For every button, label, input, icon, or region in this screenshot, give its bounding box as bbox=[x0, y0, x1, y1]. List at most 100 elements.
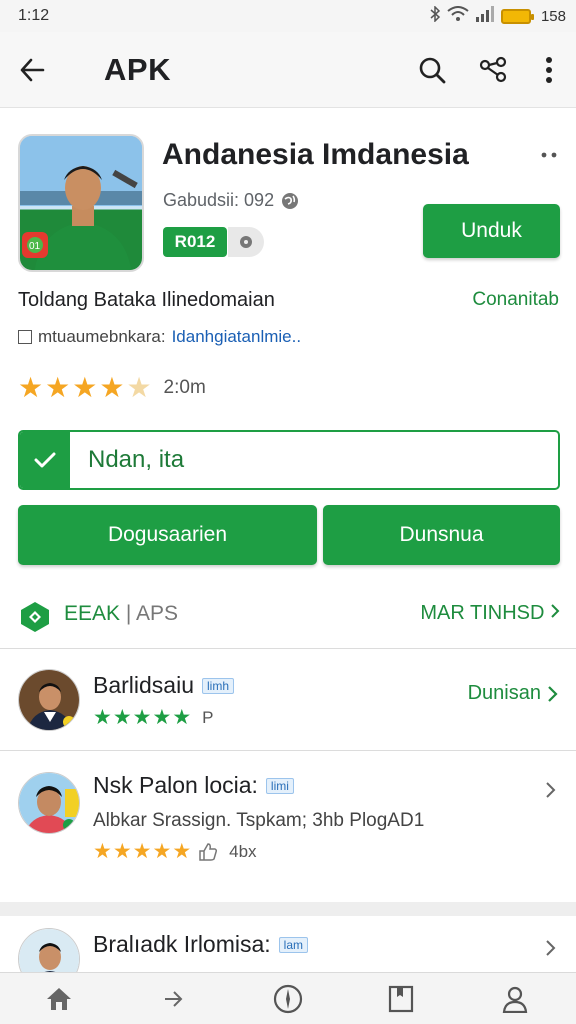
avatar bbox=[18, 669, 80, 731]
status-time: 1:12 bbox=[18, 7, 50, 24]
item-badge: lam bbox=[278, 936, 309, 953]
item-subtitle: Albkar Srassign. Tspkam; 3hb PlogAD1 bbox=[93, 810, 425, 831]
more-vert-icon bbox=[546, 57, 552, 83]
section-header: EEAK | APS MAR TINHSD bbox=[0, 588, 576, 640]
item-title-text: Nsk Palon locia: bbox=[93, 772, 258, 798]
list-item[interactable]: Bralıadk Irlomisa: lam bbox=[0, 916, 576, 972]
battery-icon bbox=[500, 8, 534, 24]
item-action-label: Dunisan bbox=[467, 682, 541, 704]
item-badge: limh bbox=[202, 677, 235, 694]
developer-link[interactable]: Conanitab bbox=[472, 289, 559, 311]
star-icon: ★ bbox=[132, 706, 152, 729]
brand-logo-icon bbox=[21, 602, 49, 632]
install-button[interactable]: Unduk bbox=[423, 204, 560, 258]
bottom-nav bbox=[0, 972, 576, 1024]
nav-home[interactable] bbox=[43, 983, 75, 1015]
check-toggle[interactable] bbox=[20, 432, 70, 488]
section-label: EEAK | APS bbox=[64, 602, 178, 626]
confirm-field-value: Ndan, ita bbox=[88, 446, 185, 473]
divider bbox=[0, 750, 576, 751]
star-icon: ★ bbox=[93, 706, 112, 729]
item-title: Bralıadk Irlomisa: lam bbox=[93, 931, 309, 958]
section-brand: EEAK bbox=[64, 602, 121, 625]
developer-name: Toldang Bataka Ilinedomaian bbox=[18, 289, 275, 311]
more-options-button[interactable] bbox=[531, 52, 567, 88]
section-separator: | bbox=[125, 602, 132, 625]
search-button[interactable] bbox=[414, 52, 450, 88]
star-icon: ★ bbox=[112, 840, 132, 863]
card-more-button[interactable] bbox=[538, 144, 560, 166]
battery-level: 158 bbox=[540, 7, 566, 25]
item-rating-suffix: P bbox=[202, 708, 214, 727]
tag-text: mtuaumebnkara: bbox=[38, 327, 166, 346]
section-more-link[interactable]: MAR TINHSD bbox=[420, 602, 560, 625]
item-title: Nsk Palon locia: limi bbox=[93, 772, 294, 799]
star-half-icon: ★ bbox=[126, 372, 152, 403]
tag-link[interactable]: Idanhgiatanlmie.. bbox=[172, 327, 301, 347]
rating-row: ★ ★ ★ ★ ★ 2:0m bbox=[18, 374, 206, 402]
checkbox-icon[interactable] bbox=[18, 330, 32, 344]
app-icon-image[interactable]: 01 bbox=[18, 134, 144, 272]
star-icon: ★ bbox=[152, 706, 172, 729]
rating-count: 2:0m bbox=[163, 377, 206, 398]
chevron-right-icon bbox=[548, 685, 558, 702]
item-title: Barlidsaiu limh bbox=[93, 672, 235, 699]
list-item[interactable]: Barlidsaiu limh ★ ★ ★ ★ ★ P Dunisan bbox=[0, 652, 576, 750]
star-icon: ★ bbox=[132, 840, 152, 863]
item-badge: limi bbox=[265, 777, 294, 794]
tag-line: mtuaumebnkara: Idanhgiatanlmie.. bbox=[18, 327, 301, 347]
primary-left-button[interactable]: Dogusaarien bbox=[18, 505, 317, 565]
item-rating: ★ ★ ★ ★ ★ P bbox=[93, 707, 213, 729]
home-icon bbox=[47, 988, 71, 1010]
status-icons: 158 bbox=[429, 5, 566, 27]
thumbs-up-icon bbox=[199, 843, 218, 861]
svg-text:01: 01 bbox=[29, 241, 41, 252]
star-icon: ★ bbox=[152, 840, 172, 863]
star-icon: ★ bbox=[172, 706, 192, 729]
badge-info-button[interactable] bbox=[228, 227, 264, 257]
item-rating: ★ ★ ★ ★ ★ 4bx bbox=[93, 841, 257, 863]
status-bar: 1:12 158 bbox=[0, 0, 576, 32]
arrow-left-icon bbox=[20, 58, 45, 82]
avatar bbox=[18, 928, 80, 972]
profile-icon bbox=[502, 986, 528, 1013]
chevron-right-icon bbox=[545, 940, 555, 956]
bookmark-icon bbox=[388, 985, 414, 1013]
wifi-icon bbox=[447, 6, 469, 26]
globe-icon bbox=[282, 192, 299, 209]
avatar bbox=[18, 772, 80, 834]
star-icon: ★ bbox=[72, 372, 98, 403]
app-meta: Gabudsii: 092 bbox=[163, 190, 300, 211]
item-title-text: Barlidsaiu bbox=[93, 672, 194, 698]
item-chevron[interactable] bbox=[540, 778, 560, 802]
list-item[interactable]: Nsk Palon locia: limi Albkar Srassign. T… bbox=[0, 752, 576, 902]
info-icon bbox=[240, 236, 252, 248]
more-horiz-icon bbox=[541, 152, 557, 158]
item-chevron[interactable] bbox=[540, 936, 560, 960]
nav-send[interactable] bbox=[157, 983, 189, 1015]
send-icon bbox=[165, 991, 183, 1007]
nav-explore[interactable] bbox=[272, 983, 304, 1015]
share-button[interactable] bbox=[476, 52, 512, 88]
item-action-link[interactable]: Dunisan bbox=[468, 682, 558, 705]
app-meta-text: Gabudsii: 092 bbox=[163, 190, 275, 210]
section-category: APS bbox=[136, 602, 179, 625]
chevron-right-icon bbox=[545, 782, 555, 798]
share-icon bbox=[479, 56, 507, 83]
item-title-text: Bralıadk Irlomisa: bbox=[93, 931, 271, 957]
star-icon: ★ bbox=[18, 372, 44, 403]
confirm-field[interactable]: Ndan, ita bbox=[18, 430, 560, 490]
chevron-right-icon bbox=[551, 604, 560, 618]
app-name: Andanesia Imdanesia bbox=[162, 138, 469, 171]
page-title: APK bbox=[104, 52, 171, 87]
app-bar: APK bbox=[0, 32, 576, 108]
search-icon bbox=[419, 57, 446, 84]
check-icon bbox=[34, 452, 56, 468]
app-detail-card: 01 Andanesia Imdanesia Gabudsii: 092 R01… bbox=[0, 112, 576, 640]
star-icon: ★ bbox=[112, 706, 132, 729]
bluetooth-icon bbox=[429, 5, 441, 26]
primary-right-button[interactable]: Dunsnua bbox=[323, 505, 560, 565]
back-button[interactable] bbox=[14, 52, 50, 88]
nav-profile[interactable] bbox=[499, 983, 531, 1015]
nav-library[interactable] bbox=[385, 983, 417, 1015]
